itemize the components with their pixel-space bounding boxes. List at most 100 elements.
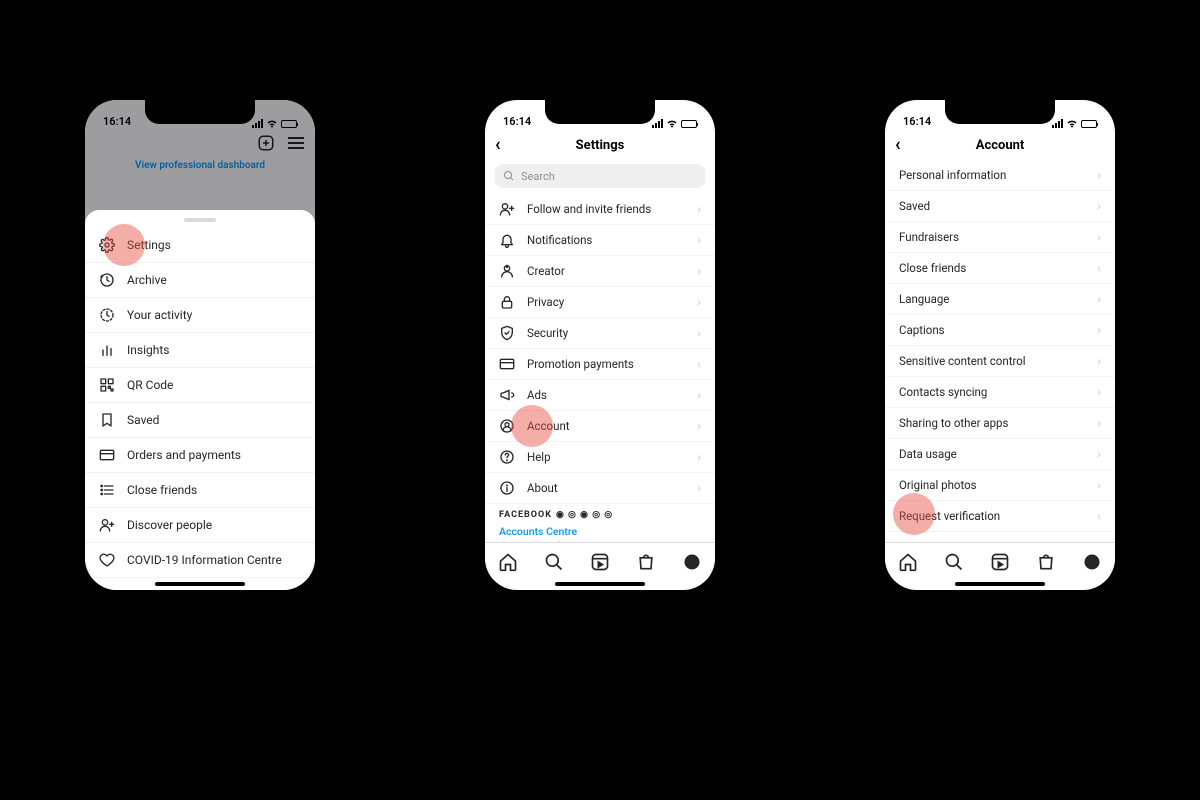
back-button[interactable]: ‹: [895, 136, 901, 154]
account-item-original[interactable]: Original photos ›: [885, 470, 1115, 501]
account-item-sensitive[interactable]: Sensitive content control ›: [885, 346, 1115, 377]
account-item-sharing[interactable]: Sharing to other apps ›: [885, 408, 1115, 439]
menu-item-settings[interactable]: Settings: [85, 228, 315, 263]
chevron-right-icon: ›: [1097, 230, 1101, 244]
menu-item-label: Your activity: [127, 308, 192, 322]
menu-item-label: Settings: [127, 238, 171, 252]
settings-list: Follow and invite friends › Notification…: [485, 194, 715, 504]
menu-item-label: QR Code: [127, 378, 173, 392]
settings-item-ads[interactable]: Ads ›: [485, 380, 715, 411]
sheet-handle[interactable]: [184, 218, 216, 222]
phone-2-screen: 16:14 ‹ Settings Search Follow and invit…: [485, 100, 715, 590]
chevron-right-icon: ›: [697, 326, 701, 340]
settings-item-security[interactable]: Security ›: [485, 318, 715, 349]
menu-item-label: Saved: [127, 413, 159, 427]
chevron-right-icon: ›: [697, 202, 701, 216]
tab-shop[interactable]: [1036, 552, 1056, 572]
settings-item-help[interactable]: Help ›: [485, 442, 715, 473]
menu-item-discover[interactable]: Discover people: [85, 508, 315, 543]
status-time: 16:14: [903, 115, 931, 128]
facebook-brand-text: FACEBOOK: [499, 510, 552, 522]
wifi-icon: [1066, 119, 1078, 128]
account-item-captions[interactable]: Captions ›: [885, 315, 1115, 346]
settings-item-label: Follow and invite friends: [527, 202, 651, 216]
chevron-right-icon: ›: [697, 481, 701, 495]
accounts-centre-link[interactable]: Accounts Centre: [499, 525, 701, 539]
settings-item-label: Account: [527, 419, 570, 433]
tab-shop[interactable]: [636, 552, 656, 572]
tab-bar: [485, 542, 715, 580]
menu-item-insights[interactable]: Insights: [85, 333, 315, 368]
settings-item-privacy[interactable]: Privacy ›: [485, 287, 715, 318]
tab-reels[interactable]: [590, 552, 610, 572]
chevron-right-icon: ›: [697, 357, 701, 371]
account-item-label: Close friends: [899, 261, 966, 275]
status-time: 16:14: [103, 115, 131, 128]
archive-icon: [99, 272, 115, 288]
menu-item-label: Insights: [127, 343, 169, 357]
tab-search[interactable]: [544, 552, 564, 572]
menu-item-covid[interactable]: COVID-19 Information Centre: [85, 543, 315, 578]
phone-1: 16:14 View professional dashboard: [75, 90, 325, 600]
signal-icon: [652, 119, 663, 128]
tab-profile[interactable]: [682, 552, 702, 572]
settings-item-follow-invite[interactable]: Follow and invite friends ›: [485, 194, 715, 225]
account-item-label: Saved: [899, 199, 930, 213]
account-item-label: Request verification: [899, 509, 1000, 523]
saved-icon: [99, 412, 115, 428]
chevron-right-icon: ›: [1097, 509, 1101, 523]
menu-item-saved[interactable]: Saved: [85, 403, 315, 438]
activity-icon: [99, 307, 115, 323]
account-item-contacts[interactable]: Contacts syncing ›: [885, 377, 1115, 408]
phone-3: 16:14 ‹ Account Personal information ›Sa…: [875, 90, 1125, 600]
account-item-label: Sensitive content control: [899, 354, 1026, 368]
tab-search[interactable]: [944, 552, 964, 572]
settings-item-about[interactable]: About ›: [485, 473, 715, 504]
status-bar: 16:14: [885, 100, 1115, 130]
wifi-icon: [666, 119, 678, 128]
home-indicator[interactable]: [555, 582, 645, 586]
tab-home[interactable]: [498, 552, 518, 572]
tab-home[interactable]: [898, 552, 918, 572]
account-item-saved[interactable]: Saved ›: [885, 191, 1115, 222]
account-item-fundraisers[interactable]: Fundraisers ›: [885, 222, 1115, 253]
tab-reels[interactable]: [990, 552, 1010, 572]
back-button[interactable]: ‹: [495, 136, 501, 154]
chevron-right-icon: ›: [1097, 354, 1101, 368]
chevron-right-icon: ›: [697, 450, 701, 464]
settings-item-notifications[interactable]: Notifications ›: [485, 225, 715, 256]
settings-item-account[interactable]: Account ›: [485, 411, 715, 442]
account-list: Personal information ›Saved ›Fundraisers…: [885, 160, 1115, 563]
menu-item-qr[interactable]: QR Code: [85, 368, 315, 403]
facebook-brand: FACEBOOK ◉ ◎ ◉ ◎ ◎: [499, 510, 701, 522]
shield-icon: [499, 325, 515, 341]
home-indicator[interactable]: [155, 582, 245, 586]
account-item-language[interactable]: Language ›: [885, 284, 1115, 315]
account-item-close-friends[interactable]: Close friends ›: [885, 253, 1115, 284]
settings-item-label: Creator: [527, 264, 565, 278]
insights-icon: [99, 342, 115, 358]
chevron-right-icon: ›: [1097, 447, 1101, 461]
settings-item-label: Notifications: [527, 233, 592, 247]
search-input[interactable]: Search: [495, 164, 705, 188]
home-indicator[interactable]: [955, 582, 1045, 586]
account-item-verification[interactable]: Request verification ›: [885, 501, 1115, 532]
phone-1-screen: 16:14 View professional dashboard: [85, 100, 315, 590]
account-item-personal-info[interactable]: Personal information ›: [885, 160, 1115, 191]
profile-menu-list: Settings Archive Your activity Insights …: [85, 228, 315, 578]
list-icon: [99, 482, 115, 498]
menu-item-archive[interactable]: Archive: [85, 263, 315, 298]
gear-icon: [99, 237, 115, 253]
card-icon: [499, 356, 515, 372]
account-item-data[interactable]: Data usage ›: [885, 439, 1115, 470]
menu-item-orders[interactable]: Orders and payments: [85, 438, 315, 473]
menu-item-close-friends[interactable]: Close friends: [85, 473, 315, 508]
settings-item-label: Help: [527, 450, 551, 464]
menu-item-activity[interactable]: Your activity: [85, 298, 315, 333]
settings-item-promotion-payments[interactable]: Promotion payments ›: [485, 349, 715, 380]
settings-item-creator[interactable]: Creator ›: [485, 256, 715, 287]
account-icon: [499, 418, 515, 434]
chevron-right-icon: ›: [1097, 292, 1101, 306]
tab-profile[interactable]: [1082, 552, 1102, 572]
card-icon: [99, 447, 115, 463]
